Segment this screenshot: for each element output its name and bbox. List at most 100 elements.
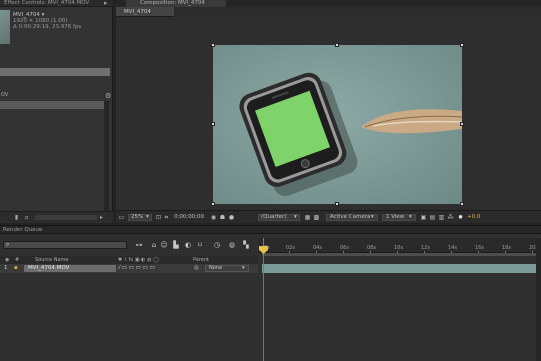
- viewer-toolbar: ▭ 25% ▾ ⊡ ⌗ 0;00;00;00 ◉ ☗ ● (Quarter) ▾…: [116, 210, 541, 223]
- footage-icon: ▪: [14, 265, 18, 271]
- camera-dropdown[interactable]: Active Camera ▾: [326, 214, 378, 221]
- composition-tab[interactable]: Composition: MVI_4704: [126, 0, 226, 7]
- current-timecode[interactable]: 0;00;00;00: [174, 214, 204, 221]
- ruler-tick-label: 02s: [286, 245, 295, 251]
- exposure-icon[interactable]: ✹: [457, 214, 464, 221]
- frame-blending-icon[interactable]: ▙: [172, 241, 180, 249]
- transform-handle-br[interactable]: [460, 202, 464, 206]
- scroll-right-icon[interactable]: ▸: [98, 214, 105, 221]
- comp-mini-flowchart-icon[interactable]: ⊶: [135, 241, 143, 249]
- resolution-dropdown[interactable]: (Quarter) ▾: [258, 214, 300, 221]
- transform-handle-mr[interactable]: [460, 122, 464, 126]
- ruler-tick-label: 14s: [448, 245, 457, 251]
- color-channel-icon[interactable]: ●: [228, 214, 235, 221]
- layer-switches[interactable]: ⁄ ▭ ▭ ▭ ▭ ▭: [119, 264, 155, 273]
- ruler-tick-label: 08s: [367, 245, 376, 251]
- chevron-down-icon: ▾: [371, 214, 374, 220]
- clip-duration: Δ 0:00:29:19, 23.976 fps: [13, 24, 82, 30]
- parent-column[interactable]: Parent: [193, 256, 209, 264]
- composition-tab-label: Composition: MVI_4704: [140, 0, 205, 6]
- ruler-tick-label: 04s: [313, 245, 322, 251]
- effect-controls-panel: Effect Controls: MVI_4704.MOV ▸ MVI_4704…: [0, 0, 113, 223]
- timeline-scrollbar[interactable]: [536, 238, 541, 361]
- label-column-icon: #: [15, 257, 20, 263]
- layer-duration-bar[interactable]: [262, 264, 541, 273]
- source-name-column[interactable]: Source Name: [35, 256, 69, 264]
- timeline-layer-outline: [0, 234, 258, 361]
- effect-controls-tab[interactable]: Effect Controls: MVI_4704.MOV: [4, 0, 89, 6]
- chevron-down-icon: ▾: [409, 214, 412, 220]
- render-queue-tabbar: Render Queue: [0, 225, 541, 234]
- bit-depth-icon[interactable]: ▫: [23, 214, 30, 221]
- views-dropdown[interactable]: 1 View ▾: [382, 214, 416, 221]
- horizontal-scrollbar[interactable]: [0, 68, 110, 76]
- panel-footer: ▮ ▫ ▸: [0, 211, 113, 223]
- panel-options-icon[interactable]: ⚙: [105, 92, 113, 100]
- list-header: OV: [1, 92, 9, 98]
- transform-handle-ml[interactable]: [211, 122, 215, 126]
- effect-controls-tabbar: Effect Controls: MVI_4704.MOV ▸: [0, 0, 113, 7]
- views-value: 1 View: [386, 214, 405, 220]
- search-icon: ⌕: [6, 241, 10, 248]
- zoom-value: 25%: [131, 214, 144, 220]
- transform-handle-bc[interactable]: [335, 202, 339, 206]
- vertical-scrollbar[interactable]: [104, 101, 109, 211]
- exposure-value[interactable]: +0.0: [467, 214, 480, 221]
- transform-handle-bl[interactable]: [211, 202, 215, 206]
- layer-index: 1: [4, 265, 8, 271]
- hide-shy-layers-icon[interactable]: ☺: [160, 241, 168, 249]
- transparency-grid-icon[interactable]: ▩: [313, 214, 320, 221]
- ruler-tick-label: 06s: [340, 245, 349, 251]
- transform-handle-tc[interactable]: [335, 43, 339, 47]
- fast-preview-icon[interactable]: ▤: [429, 214, 436, 221]
- composition-panel: Composition: MVI_4704 MVI_4704 ▭ 25% ▾ ⊡…: [116, 0, 541, 223]
- layer-column-header: ◉ # Source Name ✱ ∖ fx ▣ ◐ ◍ ◯ Parent: [0, 256, 258, 264]
- ruler-tick-label: 16s: [475, 245, 484, 251]
- zoom-dropdown[interactable]: 25% ▾: [128, 214, 152, 221]
- render-queue-tab[interactable]: Render Queue: [3, 227, 42, 233]
- flowchart-icon[interactable]: ⁂: [447, 214, 454, 221]
- selected-list-item[interactable]: [0, 101, 104, 109]
- video-footage: [213, 45, 462, 204]
- brainstorm-icon[interactable]: ⌑: [196, 241, 204, 249]
- roi-icon[interactable]: ▦: [304, 214, 311, 221]
- current-time-indicator[interactable]: [263, 238, 264, 361]
- ruler-tick-label: 18s: [502, 245, 511, 251]
- transform-handle-tr[interactable]: [460, 43, 464, 47]
- work-area-bar[interactable]: [262, 253, 541, 256]
- chevron-down-icon: ▾: [294, 214, 297, 220]
- timeline-icon[interactable]: ▥: [438, 214, 445, 221]
- composition-subtab[interactable]: MVI_4704: [116, 7, 174, 17]
- panel-menu-icon[interactable]: ▸: [104, 0, 108, 7]
- trash-icon[interactable]: ▮: [13, 214, 20, 221]
- resolution-value: (Quarter): [261, 214, 287, 220]
- ruler-tick-label: 10s: [394, 245, 403, 251]
- draft-3d-icon[interactable]: ⌂: [150, 241, 158, 249]
- layer-row[interactable]: 1 ▪ MVI_4704.MOV ⁄ ▭ ▭ ▭ ▭ ▭ ◎ None ▾: [0, 264, 258, 273]
- visibility-column-icon: ◉: [5, 257, 10, 263]
- search-input[interactable]: ⌕: [3, 241, 127, 249]
- grid-icon[interactable]: ⌗: [163, 214, 170, 221]
- clip-thumbnail: [0, 10, 10, 44]
- graph-toggle-icon[interactable]: ▚: [242, 241, 250, 249]
- auto-keyframe-icon[interactable]: ◷: [213, 241, 221, 249]
- transform-handle-tl[interactable]: [211, 43, 215, 47]
- chevron-down-icon: ▾: [146, 214, 149, 220]
- toggle-pixel-aspect-icon[interactable]: ▣: [420, 214, 427, 221]
- camera-value: Active Camera: [330, 214, 371, 220]
- chevron-down-icon: ▾: [242, 265, 245, 271]
- safe-zones-icon[interactable]: ⊡: [155, 214, 162, 221]
- footer-scrollbar[interactable]: [35, 215, 97, 220]
- video-frame[interactable]: [213, 45, 462, 204]
- composition-canvas[interactable]: [116, 17, 541, 210]
- layer-name[interactable]: MVI_4704.MOV: [24, 265, 116, 272]
- parent-value: None: [209, 265, 223, 271]
- graph-editor-icon[interactable]: ◍: [228, 241, 236, 249]
- switches-column-icon: ✱ ∖ fx ▣ ◐ ◍ ◯: [118, 257, 159, 263]
- always-preview-icon[interactable]: ▭: [118, 214, 125, 221]
- snapshot-icon[interactable]: ◉: [210, 214, 217, 221]
- show-snapshot-icon[interactable]: ☗: [219, 214, 226, 221]
- pickwhip-icon[interactable]: ◎: [194, 264, 199, 273]
- motion-blur-icon[interactable]: ◐: [184, 241, 192, 249]
- parent-dropdown[interactable]: None ▾: [205, 265, 249, 272]
